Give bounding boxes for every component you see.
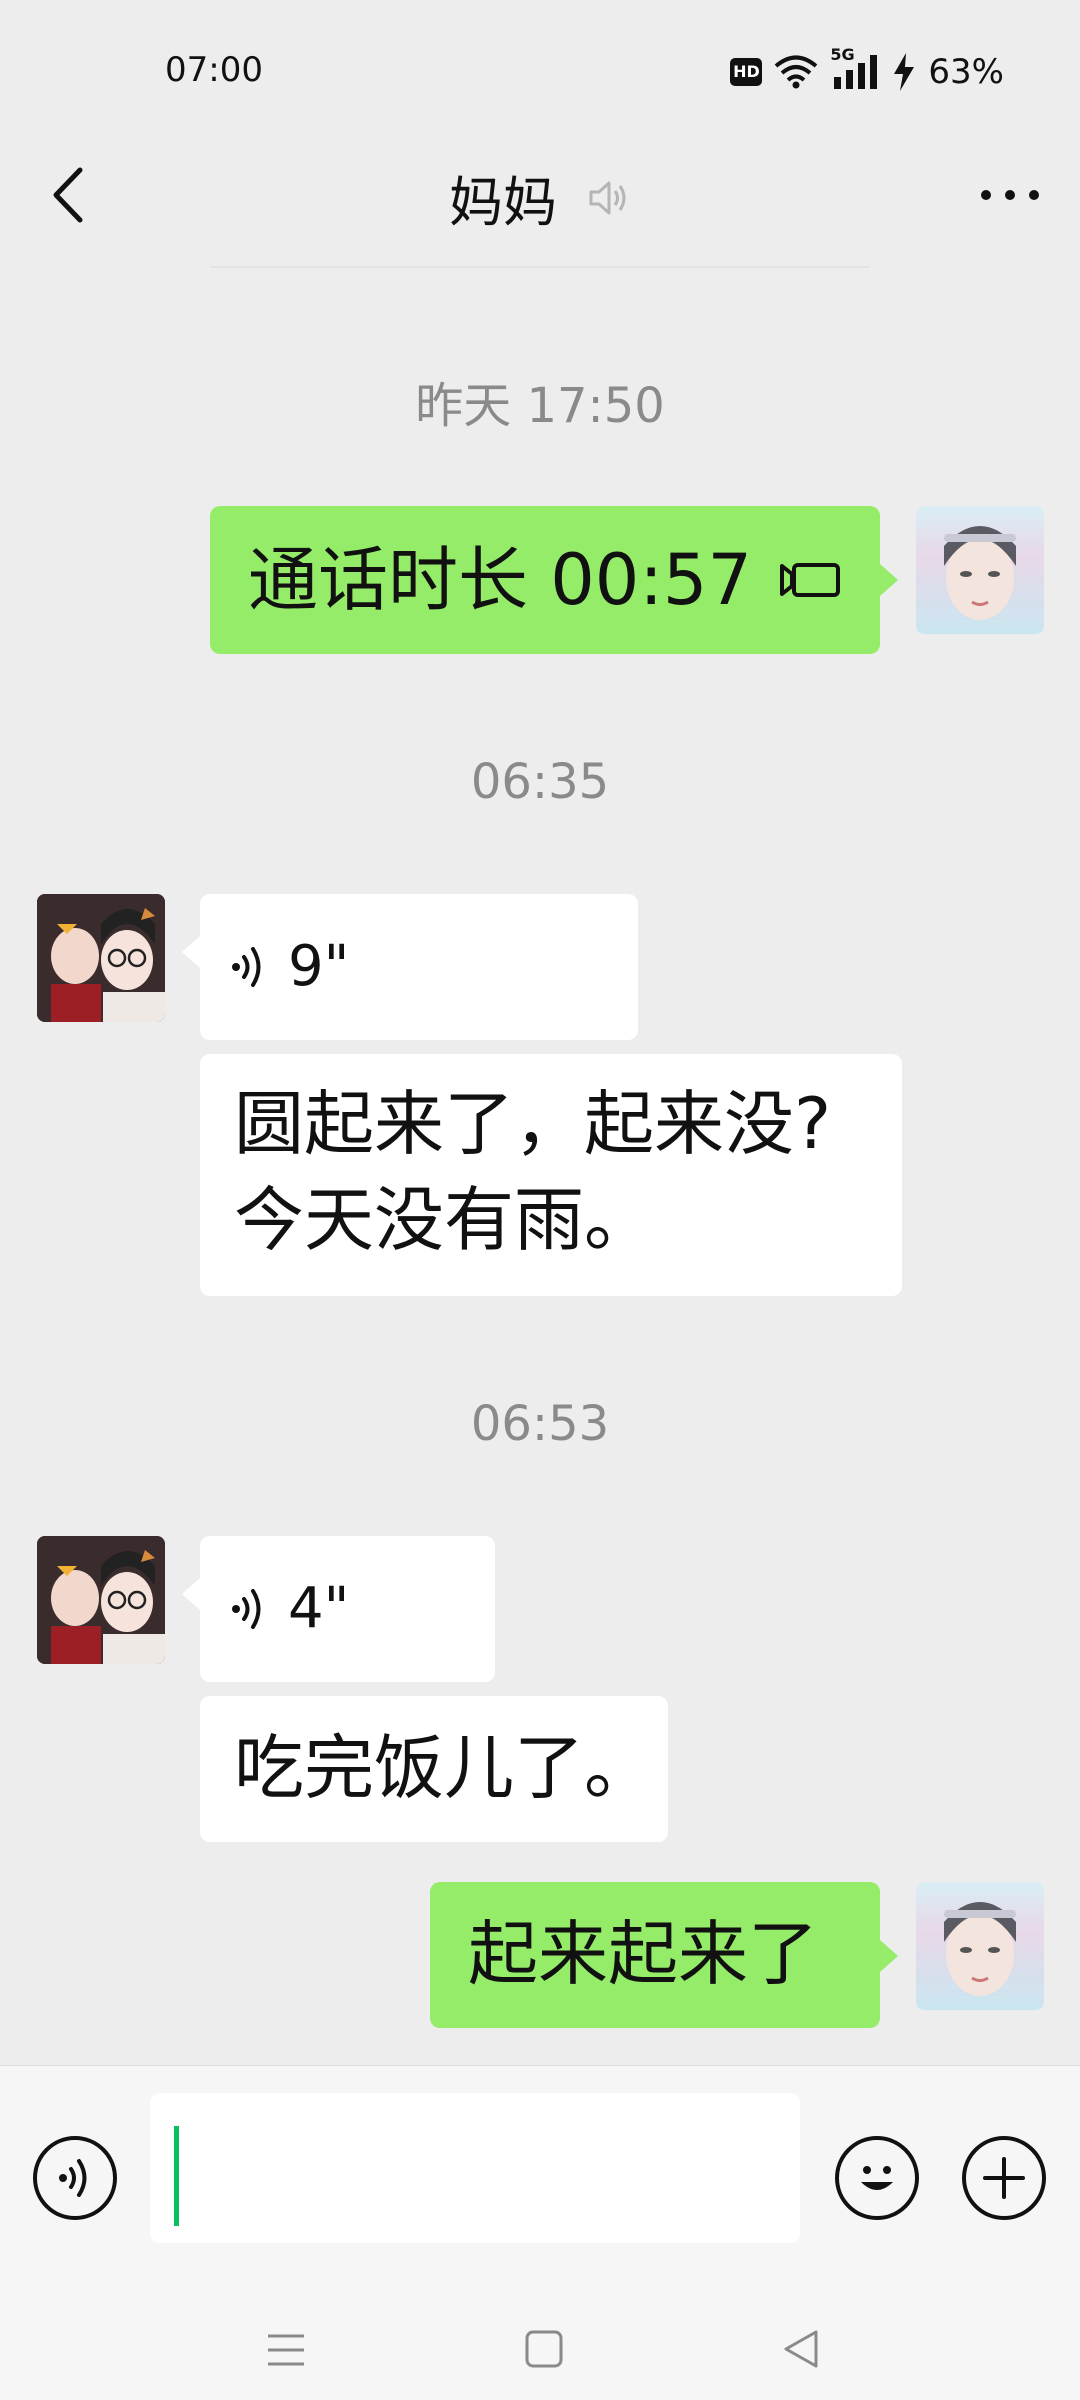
menu-nav-icon[interactable] xyxy=(264,2330,308,2370)
status-icons: HD 5G 63% xyxy=(730,44,1004,100)
reply-bubble[interactable]: 起来起来了 xyxy=(430,1882,898,2028)
contact-avatar[interactable] xyxy=(37,894,165,1022)
voice-wave-icon xyxy=(232,947,261,987)
header-divider xyxy=(210,266,870,268)
chat-title: 妈妈 xyxy=(449,171,557,234)
back-nav-icon[interactable] xyxy=(780,2328,822,2370)
bubble-tail xyxy=(182,936,200,968)
message-line: 今天没有雨。 xyxy=(234,1179,654,1261)
voice-input-icon xyxy=(59,2159,87,2197)
message-line: 圆起来了，起来没? xyxy=(234,1083,832,1165)
call-record-bubble[interactable]: 通话时长 00:57 xyxy=(210,506,898,654)
voice-duration: 9" xyxy=(288,934,350,999)
plus-icon xyxy=(983,2157,1025,2199)
title-group: 妈妈 xyxy=(0,158,1080,237)
contact-avatar[interactable] xyxy=(37,1536,165,1664)
plus-button[interactable] xyxy=(962,2136,1046,2220)
message-text: 吃完饭儿了。 xyxy=(234,1727,654,1809)
text-message-bubble[interactable]: 圆起来了，起来没? 今天没有雨。 xyxy=(200,1054,902,1296)
emoji-button[interactable] xyxy=(835,2136,919,2220)
chat-header: 妈妈 xyxy=(0,120,1080,265)
text-caret xyxy=(174,2126,179,2226)
timestamp: 06:53 xyxy=(470,1396,610,1452)
voice-input-button[interactable] xyxy=(33,2136,117,2220)
charging-icon xyxy=(894,53,915,91)
emoji-icon xyxy=(861,2166,893,2190)
more-button[interactable] xyxy=(970,160,1050,230)
system-nav-bar xyxy=(0,2290,1080,2400)
message-input[interactable] xyxy=(150,2093,800,2243)
battery-percent: 63% xyxy=(928,52,1004,92)
home-nav-icon[interactable] xyxy=(523,2328,565,2370)
hd-badge: HD xyxy=(730,58,763,86)
wifi-icon xyxy=(775,55,818,89)
self-avatar[interactable] xyxy=(916,1882,1044,2010)
bubble-tail xyxy=(880,564,898,596)
voice-message-bubble[interactable]: 4" xyxy=(182,1536,495,1682)
message-text: 圆起来了，起来没? 今天没有雨。 xyxy=(234,1076,831,1268)
bubble-tail xyxy=(880,1940,898,1972)
self-avatar[interactable] xyxy=(916,506,1044,634)
signal-icon: 5G xyxy=(830,45,880,91)
bubble-tail xyxy=(182,1578,200,1610)
status-time: 07:00 xyxy=(165,50,263,90)
speaker-muted-icon xyxy=(589,181,626,214)
input-bar xyxy=(0,2065,1080,2291)
call-duration-text: 通话时长 00:57 xyxy=(248,539,752,621)
timestamp: 06:35 xyxy=(470,754,610,810)
more-dots-icon xyxy=(981,190,1039,200)
video-call-icon xyxy=(779,563,840,597)
text-message-bubble[interactable]: 吃完饭儿了。 xyxy=(200,1696,668,1842)
voice-message-bubble[interactable]: 9" xyxy=(182,894,638,1040)
voice-duration: 4" xyxy=(288,1576,350,1641)
timestamp: 昨天 17:50 xyxy=(415,378,665,434)
voice-wave-icon xyxy=(232,1589,261,1629)
reply-text: 起来起来了 xyxy=(468,1913,818,1995)
